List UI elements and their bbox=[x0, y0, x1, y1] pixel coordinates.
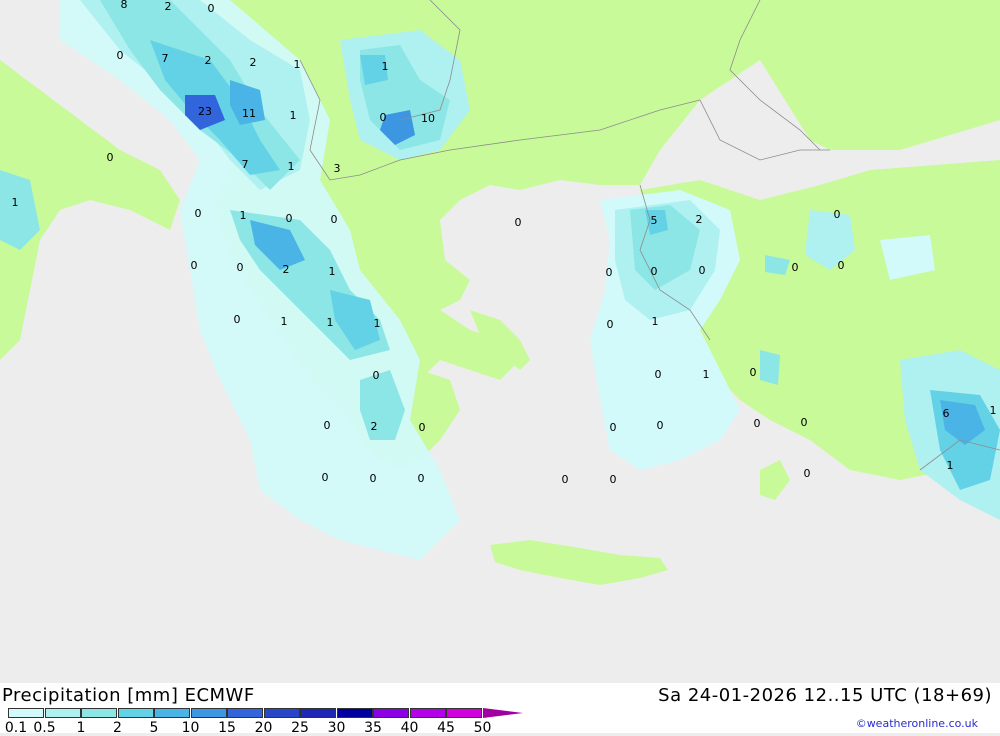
precip-value-label: 2 bbox=[283, 263, 290, 276]
footer-bar: Precipitation [mm] ECMWF Sa 24-01-2026 1… bbox=[0, 683, 1000, 736]
precip-value-label: 0 bbox=[834, 208, 841, 221]
precip-value-label: 1 bbox=[329, 265, 336, 278]
precip-value-label: 2 bbox=[696, 213, 703, 226]
precip-value-label: 0 bbox=[370, 472, 377, 485]
legend-tick-label: 30 bbox=[327, 720, 346, 736]
legend-tick-label: 15 bbox=[218, 720, 236, 736]
precip-value-label: 2 bbox=[250, 56, 257, 69]
precip-value-label: 0 bbox=[607, 318, 614, 331]
precip-value-label: 0 bbox=[750, 366, 757, 379]
precip-value-label: 0 bbox=[191, 259, 198, 272]
precip-value-label: 0 bbox=[651, 265, 658, 278]
legend-tick-label: 0.5 bbox=[33, 720, 56, 736]
precip-value-label: 0 bbox=[418, 472, 425, 485]
precip-value-label: 2 bbox=[371, 420, 378, 433]
legend-swatch bbox=[8, 708, 44, 718]
precip-value-label: 0 bbox=[657, 419, 664, 432]
legend-swatch bbox=[117, 708, 154, 718]
legend-swatch bbox=[300, 708, 336, 718]
precip-value-label: 1 bbox=[990, 404, 997, 417]
legend-tick-label: 10 bbox=[181, 720, 200, 736]
legend-swatch bbox=[44, 708, 81, 718]
legend-tick-label: 0.1 bbox=[4, 720, 28, 736]
legend-swatch bbox=[190, 708, 227, 718]
precip-value-label: 8 bbox=[121, 0, 128, 11]
precip-value-label: 10 bbox=[421, 112, 435, 125]
precip-value-label: 0 bbox=[195, 207, 202, 220]
precip-value-label: 11 bbox=[242, 107, 256, 120]
precip-value-label: 1 bbox=[12, 196, 19, 209]
precip-value-label: 0 bbox=[801, 416, 808, 429]
legend-tick-label: 25 bbox=[291, 720, 309, 736]
precip-value-label: 2 bbox=[165, 0, 172, 13]
legend-tick-label: 20 bbox=[254, 720, 273, 736]
precip-value-label: 1 bbox=[374, 317, 381, 330]
precip-value-label: 1 bbox=[281, 315, 288, 328]
legend-swatch bbox=[227, 708, 263, 718]
precip-value-label: 23 bbox=[198, 105, 212, 118]
precip-value-label: 1 bbox=[327, 316, 334, 329]
precip-value-label: 0 bbox=[237, 261, 244, 274]
precip-value-label: 1 bbox=[382, 60, 389, 73]
precip-value-label: 0 bbox=[838, 259, 845, 272]
legend-tick-label: 50 bbox=[473, 720, 492, 736]
legend-tick-label: 35 bbox=[364, 720, 382, 736]
precip-value-label: 2 bbox=[205, 54, 212, 67]
precip-value-label: 0 bbox=[610, 421, 617, 434]
precip-value-label: 0 bbox=[324, 419, 331, 432]
legend-tick-label: 5 bbox=[149, 720, 159, 736]
precip-value-label: 1 bbox=[947, 459, 954, 472]
precip-value-label: 0 bbox=[655, 368, 662, 381]
precip-value-label: 0 bbox=[331, 213, 338, 226]
legend-swatch bbox=[263, 708, 300, 718]
precip-value-label: 0 bbox=[107, 151, 114, 164]
precip-value-label: 0 bbox=[515, 216, 522, 229]
product-title: Precipitation [mm] ECMWF bbox=[2, 685, 255, 706]
valid-time: Sa 24-01-2026 12..15 UTC (18+69) bbox=[658, 685, 992, 706]
precip-value-label: 6 bbox=[943, 407, 950, 420]
precip-value-label: 0 bbox=[208, 2, 215, 15]
legend-swatch bbox=[409, 708, 446, 718]
legend-swatch bbox=[81, 708, 117, 718]
precip-value-label: 0 bbox=[117, 49, 124, 62]
legend-swatch bbox=[446, 708, 482, 718]
precip-value-label: 1 bbox=[240, 209, 247, 222]
legend-swatch bbox=[373, 708, 409, 718]
precip-value-label: 0 bbox=[286, 212, 293, 225]
precip-value-label: 1 bbox=[290, 109, 297, 122]
credit-link[interactable]: ©weatheronline.co.uk bbox=[856, 717, 978, 730]
legend-tick-label: 45 bbox=[437, 720, 455, 736]
precip-value-label: 0 bbox=[373, 369, 380, 382]
legend-swatch bbox=[154, 708, 190, 718]
precip-value-label: 1 bbox=[294, 58, 301, 71]
legend-tick-label: 2 bbox=[113, 720, 122, 736]
precip-value-label: 7 bbox=[162, 52, 169, 65]
precip-value-label: 0 bbox=[380, 111, 387, 124]
precip-value-label: 1 bbox=[703, 368, 710, 381]
precip-value-label: 1 bbox=[652, 315, 659, 328]
precip-value-label: 0 bbox=[234, 313, 241, 326]
precip-value-label: 5 bbox=[651, 214, 658, 227]
precip-value-label: 0 bbox=[804, 467, 811, 480]
precip-value-label: 0 bbox=[419, 421, 426, 434]
precip-value-label: 0 bbox=[610, 473, 617, 486]
precip-value-label: 0 bbox=[754, 417, 761, 430]
legend-swatch bbox=[336, 708, 373, 718]
precip-value-label: 7 bbox=[242, 158, 249, 171]
precip-value-label: 0 bbox=[699, 264, 706, 277]
legend-tick-label: 1 bbox=[76, 720, 86, 736]
legend-tick-label: 40 bbox=[400, 720, 419, 736]
precip-value-label: 0 bbox=[606, 266, 613, 279]
precip-value-label: 0 bbox=[562, 473, 569, 486]
precip-value-label: 0 bbox=[322, 471, 329, 484]
precip-value-label: 0 bbox=[792, 261, 799, 274]
precip-value-label: 3 bbox=[334, 162, 341, 175]
precip-value-label: 1 bbox=[288, 160, 295, 173]
precipitation-map: 8 2 00 7 2 2 1 123 11 1 001017 310 1 0 0 02 10 01 10 120000… bbox=[0, 0, 1000, 683]
legend-arrow bbox=[482, 708, 523, 718]
